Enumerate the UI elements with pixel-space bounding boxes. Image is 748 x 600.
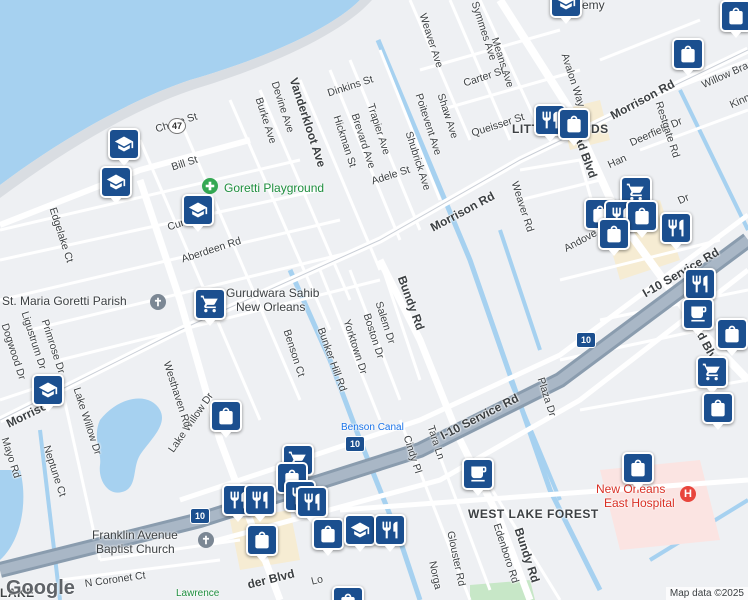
school-icon[interactable] [550, 0, 582, 24]
restaurant-icon[interactable] [374, 514, 406, 552]
poi-ne-east-hospital-line1[interactable]: New Orleans [596, 482, 665, 496]
shopping-bag-icon[interactable] [672, 38, 704, 76]
park-icon[interactable]: ✚ [202, 178, 218, 194]
grocery-cart-icon[interactable] [194, 288, 226, 326]
interstate-10-shield-3: 10 [190, 508, 210, 524]
shopping-bag-icon[interactable] [702, 392, 734, 430]
coffee-icon[interactable] [462, 458, 494, 496]
map-attribution[interactable]: Map data ©2025 [665, 587, 748, 600]
poi-goretti-playground[interactable]: Goretti Playground [224, 181, 324, 195]
school-icon[interactable] [182, 194, 214, 232]
grocery-cart-icon[interactable] [696, 356, 728, 394]
shopping-bag-icon[interactable] [332, 586, 364, 600]
poi-gurudwara-line1[interactable]: Gurudwara Sahib [226, 286, 319, 300]
poi-franklin-church-line2[interactable]: Baptist Church [96, 542, 175, 556]
neighborhood-west-lake-forest: WEST LAKE FOREST [468, 507, 599, 521]
map-canvas[interactable]: LITTLE WOODS WEST LAKE FOREST LAKE Goret… [0, 0, 748, 600]
poi-lawrence[interactable]: Lawrence [176, 588, 219, 599]
restaurant-icon[interactable] [684, 268, 716, 306]
shopping-bag-icon[interactable] [246, 524, 278, 562]
shopping-bag-icon[interactable] [210, 400, 242, 438]
interstate-10-shield-1: 10 [345, 436, 365, 452]
school-icon[interactable] [344, 514, 376, 552]
poi-ne-east-hospital-line2[interactable]: East Hospital [604, 496, 675, 510]
restaurant-icon[interactable] [296, 486, 328, 524]
hospital-icon[interactable]: H [680, 486, 696, 502]
poi-st-maria-goretti[interactable]: St. Maria Goretti Parish [2, 294, 127, 308]
shopping-bag-icon[interactable] [312, 518, 344, 556]
poi-academy-partial[interactable]: emy [582, 0, 605, 12]
school-icon[interactable] [100, 166, 132, 204]
coffee-icon[interactable] [682, 298, 714, 336]
restaurant-icon[interactable] [244, 484, 276, 522]
poi-gurudwara-line2[interactable]: New Orleans [236, 300, 305, 314]
place-of-worship-icon[interactable]: ✝ [150, 294, 166, 310]
shopping-bag-icon[interactable] [622, 452, 654, 490]
la-47-shield: 47 [168, 118, 186, 134]
label-benson-canal: Benson Canal [341, 422, 404, 433]
shopping-bag-icon[interactable] [626, 200, 658, 238]
shopping-bag-icon[interactable] [720, 0, 748, 38]
school-icon[interactable] [108, 128, 140, 166]
shopping-bag-icon[interactable] [598, 218, 630, 256]
google-logo: Google [6, 577, 75, 599]
restaurant-icon[interactable] [660, 212, 692, 250]
shopping-bag-icon[interactable] [716, 318, 748, 356]
place-of-worship-icon[interactable]: ✝ [198, 532, 214, 548]
shopping-bag-icon[interactable] [558, 108, 590, 146]
interstate-10-shield-2: 10 [576, 332, 596, 348]
poi-franklin-church-line1[interactable]: Franklin Avenue [92, 528, 178, 542]
school-icon[interactable] [32, 374, 64, 412]
